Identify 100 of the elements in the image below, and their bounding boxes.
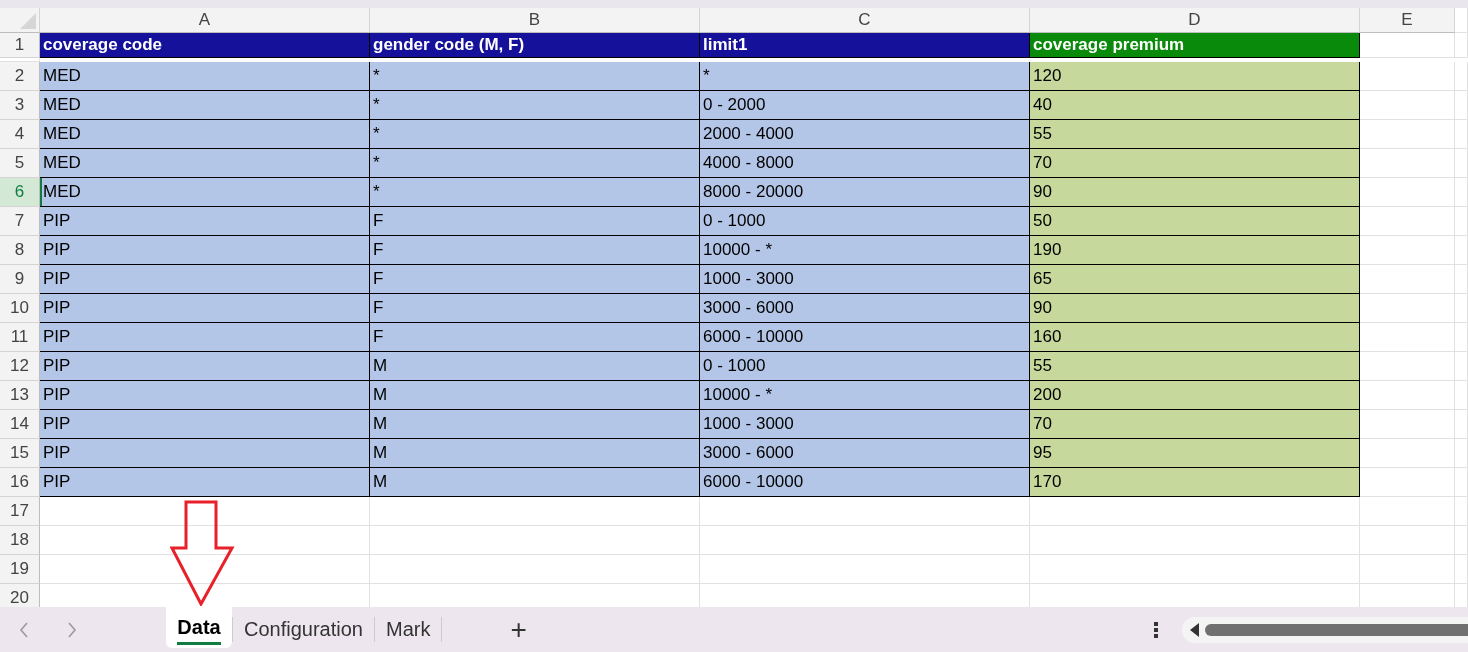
header-cell: gender code (M, F) — [370, 33, 700, 58]
row-header[interactable]: 12 — [0, 352, 40, 381]
table-cell: M — [370, 468, 700, 497]
row-header[interactable]: 6 — [0, 178, 40, 207]
table-cell: 10000 - * — [700, 236, 1030, 265]
add-sheet-button[interactable]: + — [502, 613, 535, 646]
table-cell: 40 — [1030, 91, 1360, 120]
chevron-right-icon — [67, 621, 77, 638]
column-header[interactable]: C — [700, 8, 1030, 33]
table-cell: 3000 - 6000 — [700, 294, 1030, 323]
table-cell: 70 — [1030, 410, 1360, 439]
empty-cell — [1455, 381, 1468, 410]
empty-cell — [1455, 526, 1468, 555]
table-cell: 6000 - 10000 — [700, 468, 1030, 497]
table-cell: F — [370, 265, 700, 294]
table-cell: 190 — [1030, 236, 1360, 265]
empty-cell — [1455, 207, 1468, 236]
table-cell: PIP — [40, 381, 370, 410]
sheet-tab[interactable]: Mark — [374, 607, 442, 652]
row-header[interactable]: 1 — [0, 33, 40, 58]
row-header[interactable]: 20 — [0, 584, 40, 607]
column-header[interactable]: B — [370, 8, 700, 33]
table-cell: 90 — [1030, 178, 1360, 207]
header-cell: coverage code — [40, 33, 370, 58]
table-cell: PIP — [40, 410, 370, 439]
table-cell: MED — [40, 120, 370, 149]
empty-cell — [1455, 91, 1468, 120]
table-cell: 90 — [1030, 294, 1360, 323]
table-cell: * — [370, 178, 700, 207]
table-cell: 65 — [1030, 265, 1360, 294]
empty-cell — [1455, 352, 1468, 381]
empty-cell — [1455, 265, 1468, 294]
row-header[interactable]: 5 — [0, 149, 40, 178]
empty-cell — [1455, 555, 1468, 584]
row-header[interactable]: 16 — [0, 468, 40, 497]
row-header[interactable]: 18 — [0, 526, 40, 555]
table-cell: PIP — [40, 323, 370, 352]
table-cell: * — [700, 62, 1030, 91]
horizontal-scrollbar[interactable] — [1182, 616, 1468, 643]
table-cell: 3000 - 6000 — [700, 439, 1030, 468]
row-header[interactable]: 2 — [0, 62, 40, 91]
empty-cell — [1455, 120, 1468, 149]
table-cell: M — [370, 439, 700, 468]
row-header[interactable]: 13 — [0, 381, 40, 410]
table-cell: * — [370, 149, 700, 178]
table-cell: PIP — [40, 439, 370, 468]
table-cell: 1000 - 3000 — [700, 410, 1030, 439]
chevron-left-icon — [19, 621, 29, 638]
table-cell: PIP — [40, 294, 370, 323]
empty-cell — [1455, 439, 1468, 468]
empty-cell — [1455, 33, 1468, 58]
row-header[interactable]: 10 — [0, 294, 40, 323]
table-cell: 200 — [1030, 381, 1360, 410]
empty-cell — [1455, 497, 1468, 526]
table-cell: PIP — [40, 236, 370, 265]
sheet-tab[interactable]: Data — [166, 607, 232, 648]
row-header[interactable]: 7 — [0, 207, 40, 236]
table-cell: MED — [40, 62, 370, 91]
table-cell: M — [370, 352, 700, 381]
header-cell: limit1 — [700, 33, 1030, 58]
empty-cell — [1455, 410, 1468, 439]
row-header[interactable]: 19 — [0, 555, 40, 584]
table-cell: MED — [40, 178, 370, 207]
vertical-dots-icon — [1154, 621, 1158, 638]
table-cell: PIP — [40, 468, 370, 497]
table-cell: 120 — [1030, 62, 1360, 91]
table-cell: 8000 - 20000 — [700, 178, 1030, 207]
row-header[interactable]: 4 — [0, 120, 40, 149]
empty-cell — [1455, 62, 1468, 91]
table-cell: 170 — [1030, 468, 1360, 497]
table-cell: F — [370, 236, 700, 265]
sheet-tab[interactable]: Configuration — [233, 607, 374, 652]
row-header[interactable]: 3 — [0, 91, 40, 120]
table-cell: F — [370, 323, 700, 352]
table-cell: PIP — [40, 352, 370, 381]
table-cell: * — [370, 120, 700, 149]
row-header[interactable]: 14 — [0, 410, 40, 439]
table-cell: 0 - 2000 — [700, 91, 1030, 120]
column-header[interactable]: D — [1030, 8, 1360, 33]
table-cell: F — [370, 294, 700, 323]
empty-cell — [1455, 8, 1468, 33]
empty-cell — [1455, 236, 1468, 265]
table-cell: 70 — [1030, 149, 1360, 178]
corner-triangle-icon — [20, 13, 36, 29]
table-cell: 4000 - 8000 — [700, 149, 1030, 178]
row-header[interactable]: 17 — [0, 497, 40, 526]
row-header[interactable]: 9 — [0, 265, 40, 294]
table-cell: 95 — [1030, 439, 1360, 468]
column-header[interactable]: A — [40, 8, 370, 33]
empty-cell — [1455, 294, 1468, 323]
triangle-left-icon — [1190, 622, 1199, 637]
empty-cell — [1455, 178, 1468, 207]
table-cell: F — [370, 207, 700, 236]
table-cell: 160 — [1030, 323, 1360, 352]
table-cell: 55 — [1030, 352, 1360, 381]
row-header[interactable]: 8 — [0, 236, 40, 265]
row-header[interactable]: 11 — [0, 323, 40, 352]
row-header[interactable]: 15 — [0, 439, 40, 468]
column-header[interactable]: E — [1360, 8, 1455, 33]
select-all-corner[interactable] — [0, 8, 40, 33]
